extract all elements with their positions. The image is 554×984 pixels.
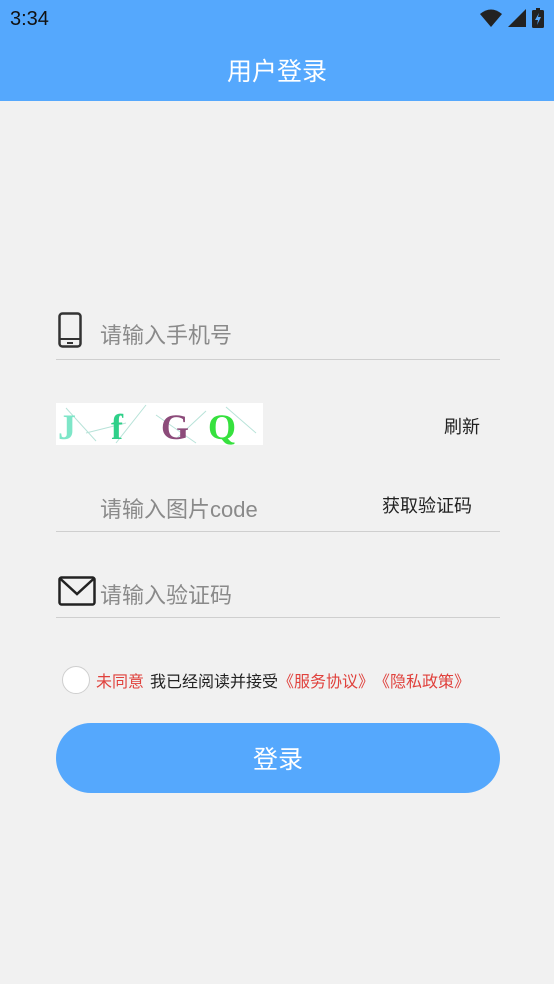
app-header: 3:34 用户登录 bbox=[0, 0, 554, 101]
service-agreement-link[interactable]: 《服务协议》 bbox=[278, 668, 374, 692]
signal-icon bbox=[508, 9, 526, 27]
login-button[interactable]: 登录 bbox=[56, 723, 500, 793]
agreement-status: 未同意 bbox=[96, 672, 145, 691]
captcha-char-3: G bbox=[161, 407, 189, 445]
captcha-char-4: Q bbox=[208, 407, 236, 445]
battery-icon bbox=[532, 8, 544, 28]
phone-input-placeholder: 请输入手机号 bbox=[100, 323, 233, 348]
status-icons bbox=[480, 8, 544, 28]
agreement-row: 未同意 我已经阅读并接受 《服务协议》 《隐私政策》 bbox=[62, 666, 470, 694]
privacy-policy-link[interactable]: 《隐私政策》 bbox=[374, 668, 470, 692]
image-code-input-placeholder: 请输入图片code bbox=[100, 497, 258, 522]
envelope-icon bbox=[58, 576, 96, 606]
sms-code-input-placeholder: 请输入验证码 bbox=[100, 583, 233, 608]
refresh-captcha-button[interactable]: 刷新 bbox=[444, 413, 480, 439]
status-time: 3:34 bbox=[10, 8, 49, 30]
phone-field[interactable]: 请输入手机号 bbox=[56, 308, 500, 360]
wifi-icon bbox=[480, 9, 502, 27]
captcha-image[interactable]: J f G Q bbox=[56, 403, 263, 445]
page-title: 用户登录 bbox=[226, 57, 327, 86]
sms-code-field[interactable]: 请输入验证码 bbox=[56, 568, 500, 618]
mobile-phone-icon bbox=[58, 312, 82, 348]
agreement-text: 我已经阅读并接受 bbox=[150, 672, 279, 691]
agreement-checkbox[interactable] bbox=[62, 666, 90, 694]
captcha-char-1: J bbox=[58, 407, 76, 445]
captcha-char-2: f bbox=[111, 407, 124, 445]
get-code-button[interactable]: 获取验证码 bbox=[382, 492, 472, 518]
image-code-field[interactable]: 请输入图片code 获取验证码 bbox=[56, 480, 500, 532]
